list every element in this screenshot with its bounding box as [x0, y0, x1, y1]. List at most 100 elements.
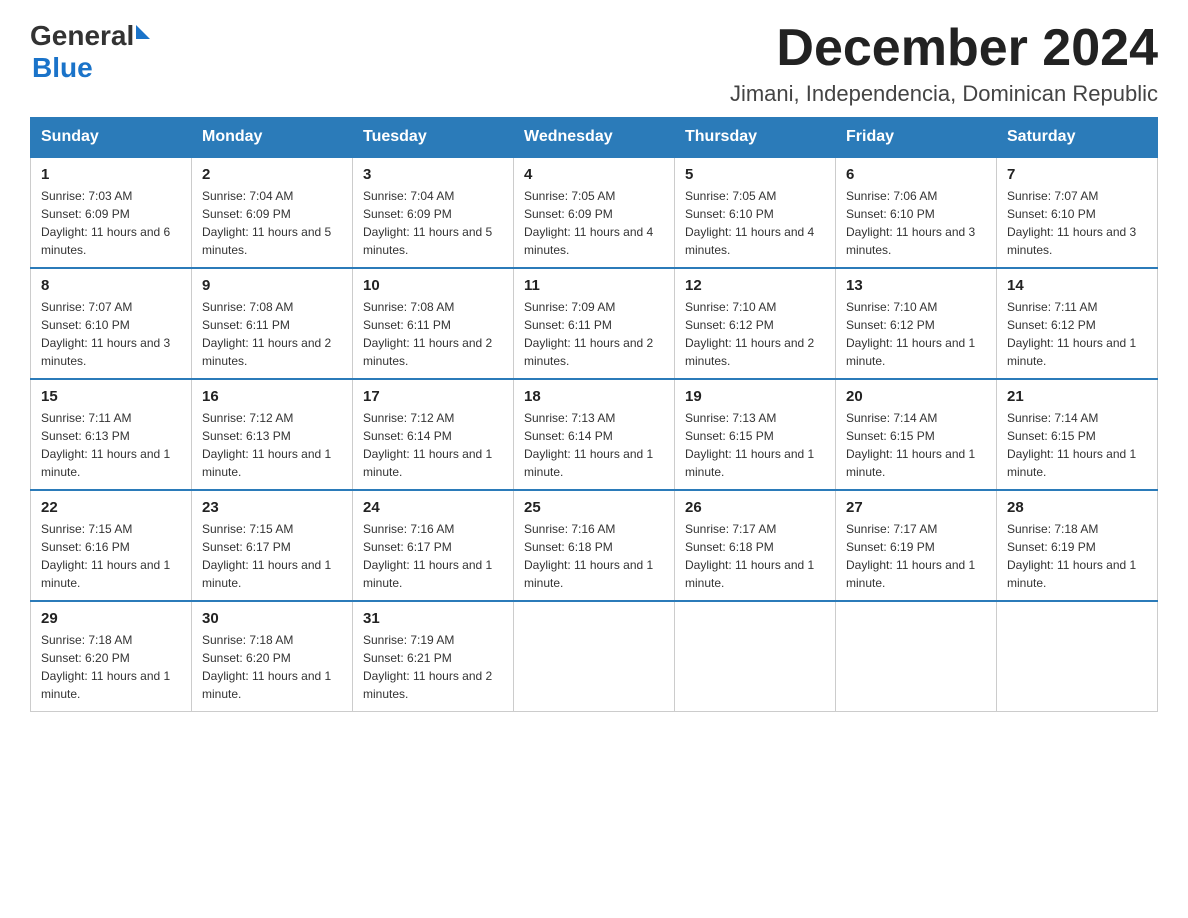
calendar-week-row: 8 Sunrise: 7:07 AMSunset: 6:10 PMDaylight… — [31, 268, 1158, 379]
calendar-week-row: 1 Sunrise: 7:03 AMSunset: 6:09 PMDaylight… — [31, 157, 1158, 268]
logo: General Blue — [30, 20, 150, 84]
day-info: Sunrise: 7:05 AMSunset: 6:09 PMDaylight:… — [524, 187, 664, 259]
day-number: 5 — [685, 166, 825, 183]
calendar-cell: 14 Sunrise: 7:11 AMSunset: 6:12 PMDayligh… — [997, 268, 1158, 379]
day-info: Sunrise: 7:04 AMSunset: 6:09 PMDaylight:… — [202, 187, 342, 259]
day-info: Sunrise: 7:13 AMSunset: 6:15 PMDaylight:… — [685, 409, 825, 481]
calendar-week-row: 22 Sunrise: 7:15 AMSunset: 6:16 PMDayligh… — [31, 490, 1158, 601]
month-title: December 2024 — [730, 20, 1158, 77]
calendar-cell: 21 Sunrise: 7:14 AMSunset: 6:15 PMDayligh… — [997, 379, 1158, 490]
day-info: Sunrise: 7:05 AMSunset: 6:10 PMDaylight:… — [685, 187, 825, 259]
day-number: 18 — [524, 388, 664, 405]
day-info: Sunrise: 7:17 AMSunset: 6:18 PMDaylight:… — [685, 520, 825, 592]
calendar-week-row: 29 Sunrise: 7:18 AMSunset: 6:20 PMDayligh… — [31, 601, 1158, 712]
day-number: 30 — [202, 610, 342, 627]
day-info: Sunrise: 7:14 AMSunset: 6:15 PMDaylight:… — [846, 409, 986, 481]
header-sunday: Sunday — [31, 118, 192, 158]
header-friday: Friday — [836, 118, 997, 158]
logo-blue-text: Blue — [32, 52, 93, 84]
calendar-cell: 1 Sunrise: 7:03 AMSunset: 6:09 PMDaylight… — [31, 157, 192, 268]
calendar-cell: 30 Sunrise: 7:18 AMSunset: 6:20 PMDayligh… — [192, 601, 353, 712]
day-info: Sunrise: 7:15 AMSunset: 6:16 PMDaylight:… — [41, 520, 181, 592]
calendar-cell: 6Sunrise: 7:06 AMSunset: 6:10 PMDaylight… — [836, 157, 997, 268]
day-info: Sunrise: 7:18 AMSunset: 6:20 PMDaylight:… — [202, 631, 342, 703]
day-info: Sunrise: 7:04 AMSunset: 6:09 PMDaylight:… — [363, 187, 503, 259]
day-number: 20 — [846, 388, 986, 405]
day-number: 17 — [363, 388, 503, 405]
day-info: Sunrise: 7:11 AMSunset: 6:12 PMDaylight:… — [1007, 298, 1147, 370]
calendar-cell: 13 Sunrise: 7:10 AMSunset: 6:12 PMDayligh… — [836, 268, 997, 379]
calendar-cell — [997, 601, 1158, 712]
day-info: Sunrise: 7:08 AMSunset: 6:11 PMDaylight:… — [363, 298, 503, 370]
calendar-cell: 11 Sunrise: 7:09 AMSunset: 6:11 PMDayligh… — [514, 268, 675, 379]
day-info: Sunrise: 7:12 AMSunset: 6:14 PMDaylight:… — [363, 409, 503, 481]
day-number: 16 — [202, 388, 342, 405]
day-info: Sunrise: 7:14 AMSunset: 6:15 PMDaylight:… — [1007, 409, 1147, 481]
day-info: Sunrise: 7:11 AMSunset: 6:13 PMDaylight:… — [41, 409, 181, 481]
calendar-week-row: 15 Sunrise: 7:11 AMSunset: 6:13 PMDayligh… — [31, 379, 1158, 490]
calendar-cell: 24Sunrise: 7:16 AMSunset: 6:17 PMDayligh… — [353, 490, 514, 601]
day-info: Sunrise: 7:09 AMSunset: 6:11 PMDaylight:… — [524, 298, 664, 370]
calendar-cell: 3 Sunrise: 7:04 AMSunset: 6:09 PMDaylight… — [353, 157, 514, 268]
day-number: 19 — [685, 388, 825, 405]
day-number: 22 — [41, 499, 181, 516]
header-thursday: Thursday — [675, 118, 836, 158]
day-number: 7 — [1007, 166, 1147, 183]
calendar-table: SundayMondayTuesdayWednesdayThursdayFrid… — [30, 117, 1158, 712]
calendar-cell: 12Sunrise: 7:10 AMSunset: 6:12 PMDayligh… — [675, 268, 836, 379]
day-number: 8 — [41, 277, 181, 294]
day-info: Sunrise: 7:19 AMSunset: 6:21 PMDaylight:… — [363, 631, 503, 703]
calendar-cell: 23Sunrise: 7:15 AMSunset: 6:17 PMDayligh… — [192, 490, 353, 601]
day-info: Sunrise: 7:07 AMSunset: 6:10 PMDaylight:… — [1007, 187, 1147, 259]
calendar-cell: 4Sunrise: 7:05 AMSunset: 6:09 PMDaylight… — [514, 157, 675, 268]
day-number: 11 — [524, 277, 664, 294]
calendar-cell: 22 Sunrise: 7:15 AMSunset: 6:16 PMDayligh… — [31, 490, 192, 601]
day-info: Sunrise: 7:08 AMSunset: 6:11 PMDaylight:… — [202, 298, 342, 370]
calendar-cell: 7 Sunrise: 7:07 AMSunset: 6:10 PMDaylight… — [997, 157, 1158, 268]
calendar-cell: 25 Sunrise: 7:16 AMSunset: 6:18 PMDayligh… — [514, 490, 675, 601]
calendar-cell: 20 Sunrise: 7:14 AMSunset: 6:15 PMDayligh… — [836, 379, 997, 490]
calendar-cell: 17 Sunrise: 7:12 AMSunset: 6:14 PMDayligh… — [353, 379, 514, 490]
header-saturday: Saturday — [997, 118, 1158, 158]
header-tuesday: Tuesday — [353, 118, 514, 158]
calendar-cell: 19 Sunrise: 7:13 AMSunset: 6:15 PMDayligh… — [675, 379, 836, 490]
day-info: Sunrise: 7:10 AMSunset: 6:12 PMDaylight:… — [846, 298, 986, 370]
day-number: 13 — [846, 277, 986, 294]
day-info: Sunrise: 7:12 AMSunset: 6:13 PMDaylight:… — [202, 409, 342, 481]
day-number: 29 — [41, 610, 181, 627]
day-number: 14 — [1007, 277, 1147, 294]
day-info: Sunrise: 7:13 AMSunset: 6:14 PMDaylight:… — [524, 409, 664, 481]
calendar-header-row: SundayMondayTuesdayWednesdayThursdayFrid… — [31, 118, 1158, 158]
day-number: 1 — [41, 166, 181, 183]
calendar-cell: 31Sunrise: 7:19 AMSunset: 6:21 PMDayligh… — [353, 601, 514, 712]
day-number: 21 — [1007, 388, 1147, 405]
calendar-cell: 27 Sunrise: 7:17 AMSunset: 6:19 PMDayligh… — [836, 490, 997, 601]
day-number: 25 — [524, 499, 664, 516]
day-number: 12 — [685, 277, 825, 294]
header-wednesday: Wednesday — [514, 118, 675, 158]
day-number: 26 — [685, 499, 825, 516]
calendar-cell: 29 Sunrise: 7:18 AMSunset: 6:20 PMDayligh… — [31, 601, 192, 712]
day-info: Sunrise: 7:18 AMSunset: 6:20 PMDaylight:… — [41, 631, 181, 703]
day-number: 15 — [41, 388, 181, 405]
calendar-cell — [675, 601, 836, 712]
header-monday: Monday — [192, 118, 353, 158]
page-header: General Blue December 2024 Jimani, Indep… — [30, 20, 1158, 107]
day-info: Sunrise: 7:17 AMSunset: 6:19 PMDaylight:… — [846, 520, 986, 592]
day-info: Sunrise: 7:07 AMSunset: 6:10 PMDaylight:… — [41, 298, 181, 370]
day-info: Sunrise: 7:03 AMSunset: 6:09 PMDaylight:… — [41, 187, 181, 259]
day-number: 27 — [846, 499, 986, 516]
day-number: 3 — [363, 166, 503, 183]
calendar-cell: 10Sunrise: 7:08 AMSunset: 6:11 PMDayligh… — [353, 268, 514, 379]
calendar-cell — [514, 601, 675, 712]
logo-general-text: General — [30, 20, 134, 52]
day-info: Sunrise: 7:16 AMSunset: 6:18 PMDaylight:… — [524, 520, 664, 592]
day-number: 23 — [202, 499, 342, 516]
calendar-cell: 9Sunrise: 7:08 AMSunset: 6:11 PMDaylight… — [192, 268, 353, 379]
calendar-cell: 5 Sunrise: 7:05 AMSunset: 6:10 PMDaylight… — [675, 157, 836, 268]
calendar-cell: 16 Sunrise: 7:12 AMSunset: 6:13 PMDayligh… — [192, 379, 353, 490]
logo-triangle-icon — [136, 25, 150, 39]
day-number: 28 — [1007, 499, 1147, 516]
calendar-cell: 28Sunrise: 7:18 AMSunset: 6:19 PMDayligh… — [997, 490, 1158, 601]
calendar-cell: 26 Sunrise: 7:17 AMSunset: 6:18 PMDayligh… — [675, 490, 836, 601]
